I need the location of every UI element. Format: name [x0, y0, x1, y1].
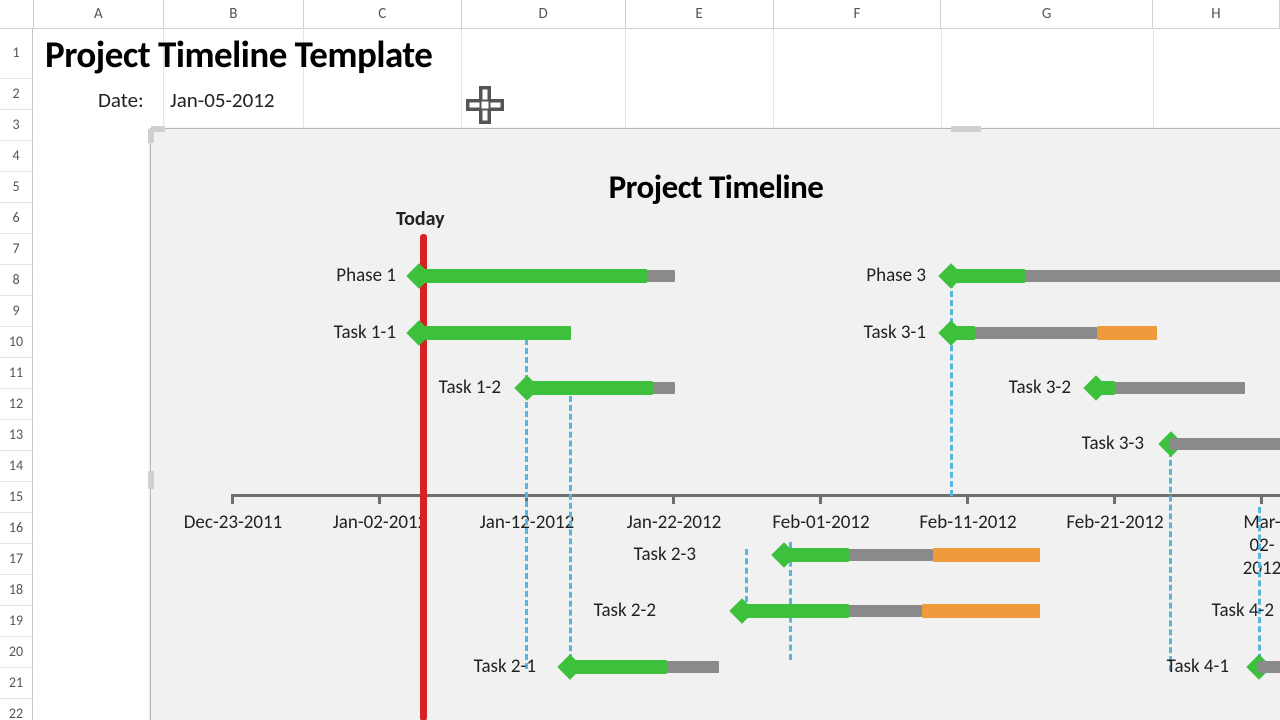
row-14[interactable]: 14 — [0, 451, 33, 482]
row-12[interactable]: 12 — [0, 389, 33, 420]
page-title: Project Timeline Template — [45, 32, 432, 77]
bar-t23[interactable] — [783, 549, 933, 561]
date-value[interactable]: Jan-05-2012 — [170, 87, 275, 113]
tick-label: Mar-02-2012 — [1243, 511, 1280, 580]
bar-orange — [1097, 326, 1157, 340]
task-label-t41: Task 4-1 — [1089, 655, 1229, 678]
bar-green — [417, 269, 647, 283]
row-3[interactable]: 3 — [0, 110, 33, 141]
bar-t31[interactable] — [950, 327, 1097, 339]
column-headers: A B C D E F G H — [0, 0, 1280, 29]
row-9[interactable]: 9 — [0, 296, 33, 327]
leader-line — [569, 396, 572, 669]
row-8[interactable]: 8 — [0, 265, 33, 296]
row-21[interactable]: 21 — [0, 668, 33, 699]
row-5[interactable]: 5 — [0, 172, 33, 203]
bar-green — [417, 326, 571, 340]
tick — [672, 494, 675, 504]
col-G[interactable]: G — [941, 0, 1153, 28]
task-label-t32: Task 3-2 — [931, 376, 1071, 399]
row-1[interactable]: 1 — [0, 28, 33, 79]
tick-label: Feb-11-2012 — [919, 511, 1016, 534]
tick — [966, 494, 969, 504]
task-label-t12: Task 1-2 — [361, 376, 501, 399]
bar-green — [1095, 381, 1115, 395]
leader-line — [1169, 451, 1172, 671]
bar-t33[interactable] — [1170, 438, 1280, 450]
bar-orange — [933, 548, 1040, 562]
today-label: Today — [396, 207, 445, 231]
task-label-t23: Task 2-3 — [556, 543, 696, 566]
x-axis — [231, 494, 1280, 497]
tick-label: Dec-23-2011 — [184, 511, 283, 534]
col-D[interactable]: D — [462, 0, 626, 28]
bar-phase3[interactable] — [950, 270, 1280, 282]
col-B[interactable]: B — [164, 0, 304, 28]
row-16[interactable]: 16 — [0, 513, 33, 544]
tick — [819, 494, 822, 504]
task-label-t11: Task 1-1 — [256, 321, 396, 344]
plot-area: Dec-23-2011 Jan-02-2012 Jan-12-2012 Jan-… — [151, 129, 1280, 720]
row-11[interactable]: 11 — [0, 358, 33, 389]
row-2[interactable]: 2 — [0, 79, 33, 110]
col-E[interactable]: E — [626, 0, 774, 28]
row-20[interactable]: 20 — [0, 637, 33, 668]
task-label-t22: Task 2-2 — [516, 599, 656, 622]
row-13[interactable]: 13 — [0, 420, 33, 451]
tick — [1113, 494, 1116, 504]
task-label-t33: Task 3-3 — [1004, 432, 1144, 455]
bar-green — [950, 326, 975, 340]
bar-green — [741, 604, 849, 618]
col-C[interactable]: C — [304, 0, 462, 28]
row-15[interactable]: 15 — [0, 482, 33, 513]
bar-t41[interactable] — [1258, 661, 1280, 673]
tick-label: Jan-22-2012 — [627, 511, 722, 534]
bar-t12[interactable] — [526, 382, 675, 394]
row-4[interactable]: 4 — [0, 141, 33, 172]
bar-t11[interactable] — [417, 327, 571, 339]
row-7[interactable]: 7 — [0, 234, 33, 265]
cell-cursor-icon[interactable] — [466, 86, 504, 124]
task-label-t42: Task 4-2 — [1134, 599, 1274, 622]
bar-green — [950, 269, 1025, 283]
row-18[interactable]: 18 — [0, 575, 33, 606]
bar-phase1[interactable] — [417, 270, 675, 282]
tick — [1260, 494, 1263, 504]
row-19[interactable]: 19 — [0, 606, 33, 637]
col-A[interactable]: A — [34, 0, 164, 28]
task-label-phase3: Phase 3 — [786, 264, 926, 287]
today-line — [420, 234, 427, 720]
row-6[interactable]: 6 — [0, 203, 33, 234]
date-label: Date: — [98, 87, 144, 113]
bar-t32[interactable] — [1095, 382, 1245, 394]
tick-label: Jan-02-2012 — [333, 511, 428, 534]
bar-t22[interactable] — [741, 605, 922, 617]
gantt-chart[interactable]: Project Timeline Dec-23-2011 Jan-02-2012… — [150, 128, 1280, 720]
tick — [378, 494, 381, 504]
task-label-phase1: Phase 1 — [256, 264, 396, 287]
task-label-t21: Task 2-1 — [396, 655, 536, 678]
leader-line — [745, 549, 748, 602]
tick — [231, 494, 234, 504]
tick-label: Feb-21-2012 — [1066, 511, 1163, 534]
row-17[interactable]: 17 — [0, 544, 33, 575]
leader-line — [1258, 507, 1261, 669]
bar-green — [783, 548, 849, 562]
bar-t21[interactable] — [569, 661, 719, 673]
row-10[interactable]: 10 — [0, 327, 33, 358]
tick-label: Feb-01-2012 — [772, 511, 869, 534]
row-headers: 1 2 3 4 5 6 7 8 9 10 11 12 13 14 15 16 1… — [0, 28, 33, 720]
task-label-t31: Task 3-1 — [786, 321, 926, 344]
col-H[interactable]: H — [1153, 0, 1280, 28]
col-F[interactable]: F — [774, 0, 942, 28]
bar-orange — [922, 604, 1040, 618]
spacer — [0, 0, 34, 28]
bar-green — [569, 660, 667, 674]
row-22[interactable]: 22 — [0, 699, 33, 720]
bar-green — [526, 381, 653, 395]
